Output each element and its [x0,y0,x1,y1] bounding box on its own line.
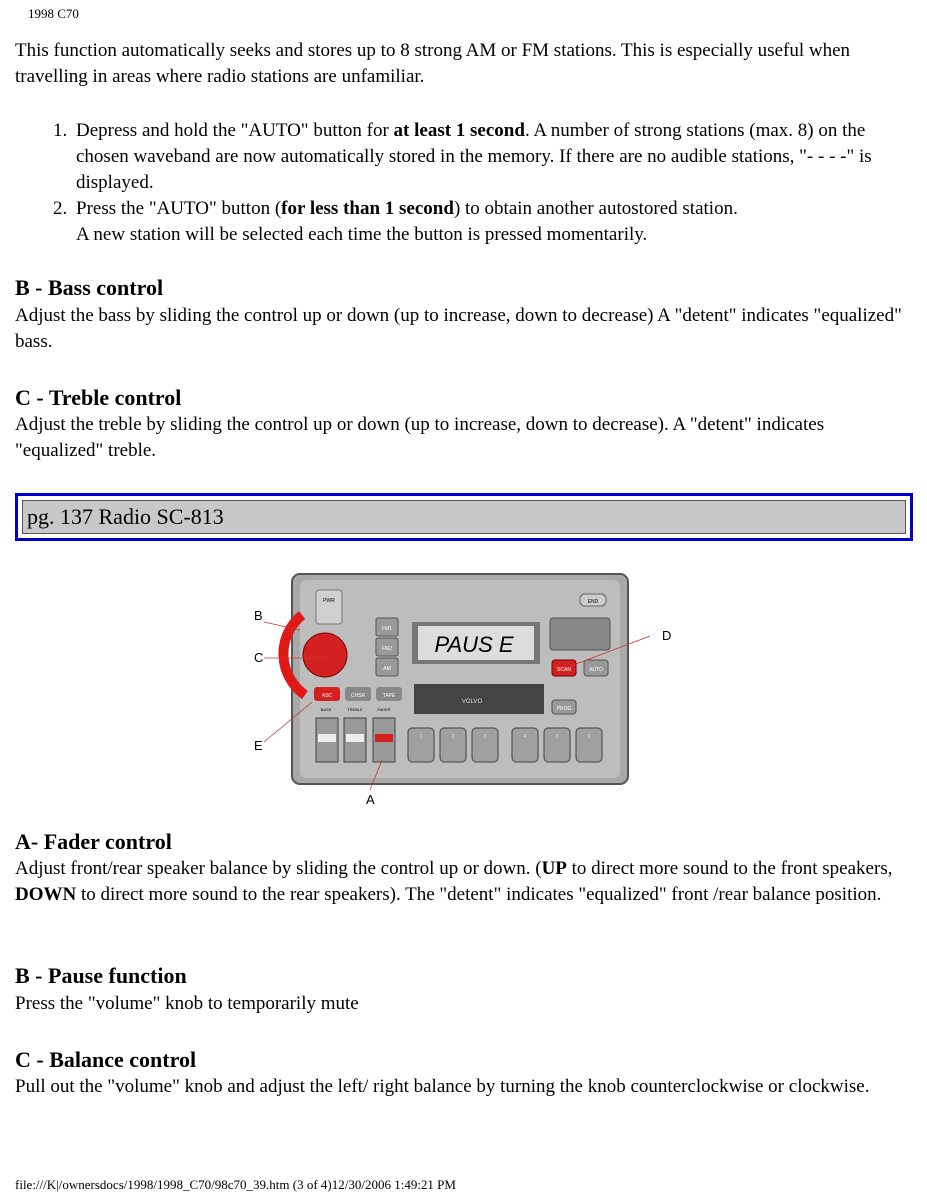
svg-text:A: A [366,792,375,807]
fader-text: Adjust front/rear speaker balance by sli… [15,858,893,905]
pause-heading: B - Pause function [15,963,187,988]
svg-text:FM2: FM2 [382,646,392,652]
page-banner: pg. 137 Radio SC-813 [15,493,913,541]
bass-text: Adjust the bass by sliding the control u… [15,305,902,352]
power-button [315,589,343,625]
svg-text:TREBLE: TREBLE [347,707,363,712]
pause-text: Press the "volume" knob to temporarily m… [15,993,359,1014]
svg-text:SCAN: SCAN [557,667,571,673]
svg-text:VOLVO: VOLVO [462,699,483,705]
preset-label: 1 [420,734,423,740]
treble-text: Adjust the treble by sliding the control… [15,414,825,461]
svg-text:TAPE: TAPE [383,693,396,699]
treble-slider [346,734,364,742]
preset-label: 2 [452,734,455,740]
svg-text:ASC: ASC [322,693,333,699]
svg-text:AUTO: AUTO [589,667,603,673]
page-footer: file:///K|/ownersdocs/1998/1998_C70/98c7… [15,1177,456,1192]
preset-label: 5 [556,734,559,740]
list-item: 2. Press the "AUTO" button (for less than… [53,198,738,245]
svg-text:CHSR: CHSR [351,693,366,699]
page-header: 1998 C70 [28,6,79,21]
radio-figure: PWR END FM1 FM2 AM PAUS E SCAN AUTO PROG… [254,573,671,807]
fader-slider [375,734,393,742]
svg-text:E: E [254,738,263,753]
list-item: 1. Depress and hold the "AUTO" button for… [53,120,872,193]
svg-text:PWR: PWR [323,598,335,604]
steps-list: 1. Depress and hold the "AUTO" button for… [15,118,915,248]
svg-text:C: C [254,650,263,665]
banner-title: pg. 137 Radio SC-813 [22,500,906,534]
bass-slider [318,734,336,742]
bass-heading: B - Bass control [15,275,164,300]
preset-label: 4 [524,734,527,740]
svg-text:PAUS E: PAUS E [434,632,513,657]
treble-heading: C - Treble control [15,385,182,410]
svg-text:BASS: BASS [321,707,332,712]
svg-text:FM1: FM1 [382,626,392,632]
svg-text:B: B [254,608,263,623]
svg-text:D: D [662,628,671,643]
preset-label: 6 [588,734,591,740]
svg-text:FADER: FADER [377,707,390,712]
balance-heading: C - Balance control [15,1047,197,1072]
intro-paragraph: This function automatically seeks and st… [15,40,851,87]
svg-text:END: END [588,599,599,605]
balance-text: Pull out the "volume" knob and adjust th… [15,1076,870,1097]
preset-label: 3 [484,734,487,740]
fader-heading: A- Fader control [15,829,172,854]
svg-text:PROG: PROG [557,706,572,712]
svg-text:AM: AM [383,666,391,672]
sliders [315,717,396,763]
volume-knob [302,632,348,678]
